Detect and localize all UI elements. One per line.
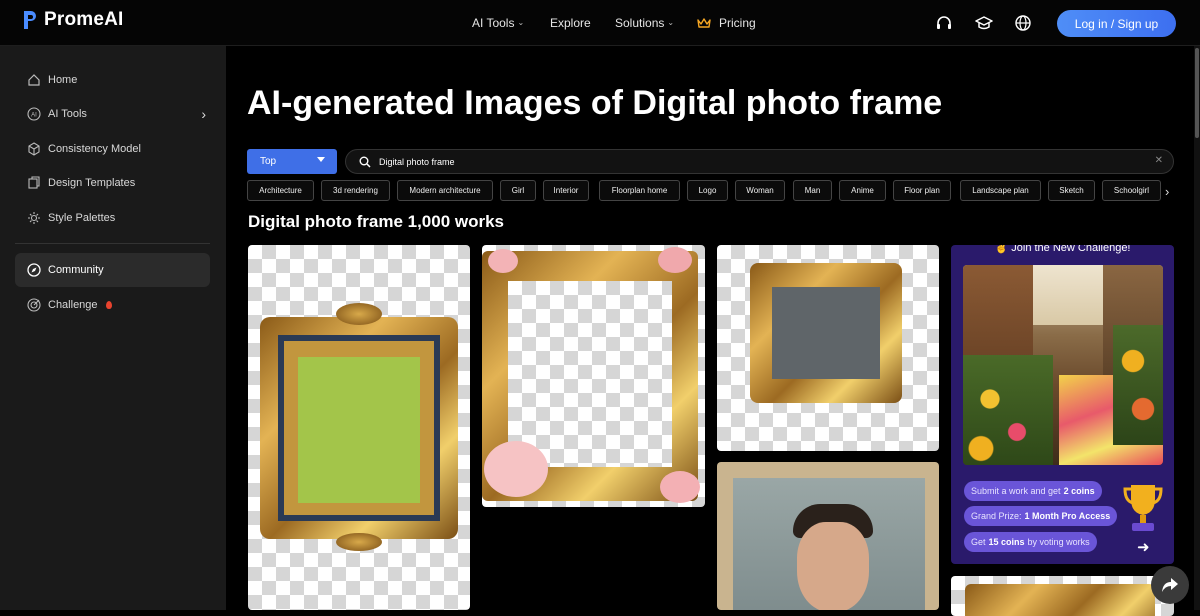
tag-chip[interactable]: Girl — [500, 180, 536, 201]
tag-chip[interactable]: 3d rendering — [321, 180, 390, 201]
arrow-right-icon[interactable]: ➜ — [1137, 538, 1150, 556]
challenge-promo-card[interactable]: ✌ Join the New Challenge! Submit a work … — [951, 245, 1174, 564]
share-icon — [1162, 578, 1178, 592]
sidebar-item-home[interactable]: Home — [15, 63, 210, 97]
results-heading: Digital photo frame 1,000 works — [248, 212, 505, 231]
sidebar-item-label: Consistency Model — [48, 143, 141, 155]
trophy-icon — [1123, 485, 1163, 531]
promo-line-grand-prize: Grand Prize: 1 Month Pro Access — [964, 506, 1118, 526]
promeai-logo-icon — [24, 11, 36, 29]
tag-chip[interactable]: Woman — [735, 180, 785, 201]
promo-line-bold: 15 coins — [988, 537, 1025, 547]
tag-chip[interactable]: Logo — [687, 180, 728, 201]
tag-chip[interactable]: Modern architecture — [397, 180, 493, 201]
globe-icon[interactable] — [1014, 14, 1032, 32]
sort-dropdown[interactable]: Top — [247, 149, 337, 174]
compass-icon — [27, 263, 41, 277]
login-signup-button[interactable]: Log in / Sign up — [1057, 10, 1176, 37]
gallery-card[interactable] — [951, 576, 1174, 616]
logo[interactable]: PromeAI — [22, 9, 124, 31]
palette-icon — [27, 211, 41, 225]
crown-icon — [697, 17, 711, 28]
sidebar-divider — [15, 243, 210, 244]
gallery-card[interactable] — [482, 245, 705, 507]
sidebar-item-design-templates[interactable]: Design Templates — [15, 166, 210, 200]
gallery-card[interactable] — [717, 462, 939, 610]
nav-ai-tools[interactable]: AI Tools ⌄ — [472, 0, 524, 45]
nav-solutions-label: Solutions — [615, 15, 665, 30]
fire-icon — [105, 301, 112, 309]
chevron-down-icon: ⌄ — [667, 18, 675, 27]
brand-name: PromeAI — [44, 9, 124, 30]
page-title: AI-generated Images of Digital photo fra… — [247, 84, 943, 122]
sidebar-item-label: Home — [48, 74, 78, 86]
template-icon — [27, 176, 41, 190]
tag-chip[interactable]: Schoolgirl — [1102, 180, 1161, 201]
image-flower-alley — [963, 265, 1163, 465]
promo-line-bold: 2 coins — [1063, 486, 1095, 496]
image-grey-frame — [750, 263, 902, 403]
svg-text:AI: AI — [31, 113, 37, 119]
sidebar-item-ai-tools[interactable]: AI AI Tools › — [15, 97, 210, 131]
top-bar: PromeAI AI Tools ⌄ Explore Solutions ⌄ Pri… — [0, 0, 1200, 46]
sidebar-item-challenge[interactable]: Challenge — [15, 288, 210, 322]
target-icon — [27, 298, 41, 312]
tag-chip[interactable]: Anime — [839, 180, 886, 201]
sidebar-item-label: Design Templates — [48, 177, 136, 189]
promo-line-bold: 1 Month Pro Access — [1024, 511, 1111, 521]
sidebar-item-community[interactable]: Community — [15, 253, 210, 287]
clear-search-icon[interactable]: ✕ — [1155, 155, 1163, 166]
graduation-cap-icon[interactable] — [975, 14, 993, 32]
promo-heading: ✌ Join the New Challenge! — [994, 245, 1131, 254]
tag-chip[interactable]: Landscape plan — [960, 180, 1041, 201]
sidebar-item-style-palettes[interactable]: Style Palettes — [15, 201, 210, 235]
sidebar-item-label: AI Tools — [48, 108, 87, 120]
promo-line-text: by voting works — [1027, 537, 1090, 547]
tag-chip[interactable]: Floor plan — [893, 180, 951, 201]
nav-solutions[interactable]: Solutions ⌄ — [615, 0, 674, 45]
scrollbar-thumb[interactable] — [1195, 48, 1199, 138]
search-icon — [359, 156, 371, 168]
chevron-right-icon[interactable]: › — [1165, 184, 1169, 199]
tag-chip[interactable]: Floorplan home — [599, 180, 680, 201]
chevron-down-icon: ⌄ — [517, 18, 525, 27]
sidebar-item-consistency-model[interactable]: Consistency Model — [15, 132, 210, 166]
promo-line-voting: Get 15 coins by voting works — [964, 532, 1097, 552]
tag-chip[interactable]: Man — [793, 180, 832, 201]
nav-explore-label: Explore — [550, 15, 591, 30]
share-button[interactable] — [1151, 566, 1189, 604]
search-input[interactable] — [377, 155, 1141, 168]
headset-icon[interactable] — [935, 14, 953, 32]
ai-icon: AI — [27, 107, 41, 121]
caret-down-icon — [317, 157, 325, 162]
chevron-right-icon: › — [201, 106, 206, 122]
image-gold-frame — [260, 317, 458, 539]
promo-line-text: Grand Prize: — [971, 511, 1022, 521]
promo-line-text: Submit a work and get — [971, 486, 1061, 496]
sidebar-item-label: Style Palettes — [48, 212, 116, 224]
promo-line-text: Get — [971, 537, 986, 547]
nav-explore[interactable]: Explore — [550, 0, 591, 45]
sort-selected-value: Top — [260, 156, 277, 167]
nav-ai-tools-label: AI Tools — [472, 15, 515, 30]
image-gold-frame — [965, 584, 1155, 616]
cube-icon — [27, 142, 41, 156]
tag-chip[interactable]: Architecture — [247, 180, 314, 201]
sidebar: Home AI AI Tools › Consistency Model Des… — [0, 46, 226, 610]
promo-line-submit: Submit a work and get 2 coins — [964, 481, 1102, 501]
home-icon — [27, 73, 41, 87]
nav-pricing[interactable]: Pricing — [697, 0, 756, 45]
sidebar-item-label: Challenge — [48, 299, 98, 311]
search-bar[interactable]: ✕ — [345, 149, 1174, 174]
tag-chip[interactable]: Sketch — [1048, 180, 1095, 201]
gallery-card[interactable] — [248, 245, 470, 610]
sidebar-item-label: Community — [48, 264, 104, 276]
nav-pricing-label: Pricing — [719, 15, 756, 30]
gallery-card[interactable] — [717, 245, 939, 451]
tag-chip[interactable]: Interior — [543, 180, 589, 201]
image-portrait — [733, 478, 925, 610]
